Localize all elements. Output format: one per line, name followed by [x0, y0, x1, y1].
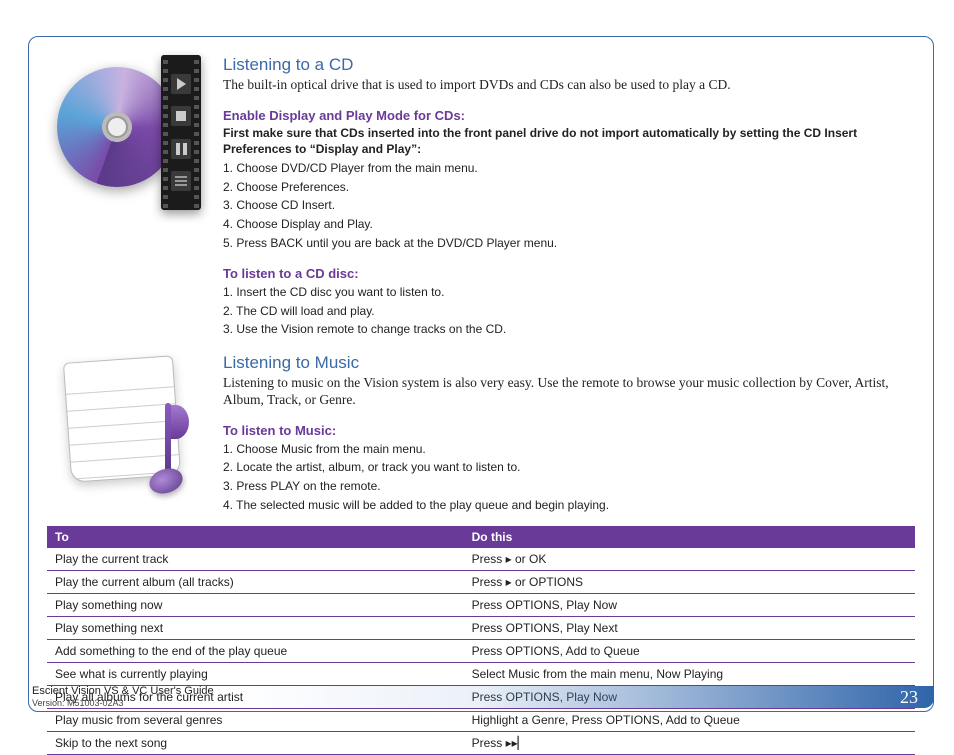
step: 4. The selected music will be added to t…: [223, 496, 915, 515]
table-body: Play the current trackPress ▸ or OK Play…: [47, 548, 915, 755]
cell: Play the current album (all tracks): [47, 571, 464, 594]
cell: Skip to the next song: [47, 732, 464, 755]
page-footer: Escient Vision VS & VC User's Guide Vers…: [28, 682, 934, 712]
step: 5. Press BACK until you are back at the …: [223, 234, 915, 253]
table-row: Play the current album (all tracks)Press…: [47, 571, 915, 594]
cell: Press ▸ or OK: [464, 548, 915, 571]
cell: Press OPTIONS, Add to Queue: [464, 640, 915, 663]
steps-listen-cd: 1. Insert the CD disc you want to listen…: [223, 283, 915, 339]
th-to: To: [47, 526, 464, 548]
steps-listen-music: 1. Choose Music from the main menu. 2. L…: [223, 440, 915, 514]
heading-listening-music: Listening to Music: [223, 353, 915, 373]
menu-icon: [171, 171, 191, 191]
bold-instruction: First make sure that CDs inserted into t…: [223, 125, 915, 157]
table-row: Add something to the end of the play que…: [47, 640, 915, 663]
table-row: Play music from several genresHighlight …: [47, 709, 915, 732]
step: 1. Choose DVD/CD Player from the main me…: [223, 159, 915, 178]
step: 2. The CD will load and play.: [223, 302, 915, 321]
steps-enable-display: 1. Choose DVD/CD Player from the main me…: [223, 159, 915, 252]
th-do-this: Do this: [464, 526, 915, 548]
cd-disc-icon: [57, 67, 177, 187]
intro-music: Listening to music on the Vision system …: [223, 375, 915, 409]
footer-version: Version: M51003-02A3: [32, 698, 214, 709]
heading-listening-cd: Listening to a CD: [223, 55, 915, 75]
table-row: Play the current trackPress ▸ or OK: [47, 548, 915, 571]
step: 3. Choose CD Insert.: [223, 196, 915, 215]
cell: Play music from several genres: [47, 709, 464, 732]
cell: Play something now: [47, 594, 464, 617]
step: 1. Insert the CD disc you want to listen…: [223, 283, 915, 302]
pause-icon: [171, 139, 191, 159]
row-listening-music: Listening to Music Listening to music on…: [29, 353, 933, 520]
subhead-listen-music: To listen to Music:: [223, 423, 915, 438]
subhead-enable-display: Enable Display and Play Mode for CDs:: [223, 108, 915, 123]
table-row: Skip to the next songPress ▸▸▏: [47, 732, 915, 755]
actions-table: To Do this Play the current trackPress ▸…: [47, 526, 915, 755]
table-row: Play something nextPress OPTIONS, Play N…: [47, 617, 915, 640]
row-listening-cd: Listening to a CD The built-in optical d…: [29, 55, 933, 353]
cell: Highlight a Genre, Press OPTIONS, Add to…: [464, 709, 915, 732]
cell: Play the current track: [47, 548, 464, 571]
cell: Press ▸▸▏: [464, 732, 915, 755]
stop-icon: [171, 106, 191, 126]
footer-title: Escient Vision VS & VC User's Guide: [32, 685, 214, 698]
illustration-cd: [47, 55, 217, 353]
page-frame: Listening to a CD The built-in optical d…: [28, 36, 934, 712]
cell: Add something to the end of the play que…: [47, 640, 464, 663]
cell: Press OPTIONS, Play Next: [464, 617, 915, 640]
cell: Press ▸ or OPTIONS: [464, 571, 915, 594]
step: 2. Locate the artist, album, or track yo…: [223, 458, 915, 477]
page-number: 23: [900, 687, 918, 708]
play-icon: [171, 74, 191, 94]
step: 3. Use the Vision remote to change track…: [223, 320, 915, 339]
music-note-icon: [123, 397, 193, 497]
step: 3. Press PLAY on the remote.: [223, 477, 915, 496]
illustration-music: [47, 353, 217, 520]
footer-gradient: 23: [232, 686, 934, 708]
step: 2. Choose Preferences.: [223, 178, 915, 197]
step: 4. Choose Display and Play.: [223, 215, 915, 234]
intro-cd: The built-in optical drive that is used …: [223, 77, 915, 94]
cell: Press OPTIONS, Play Now: [464, 594, 915, 617]
step: 1. Choose Music from the main menu.: [223, 440, 915, 459]
subhead-listen-cd: To listen to a CD disc:: [223, 266, 915, 281]
cell: Play something next: [47, 617, 464, 640]
table-row: Play something nowPress OPTIONS, Play No…: [47, 594, 915, 617]
filmstrip-icon: [161, 55, 201, 210]
